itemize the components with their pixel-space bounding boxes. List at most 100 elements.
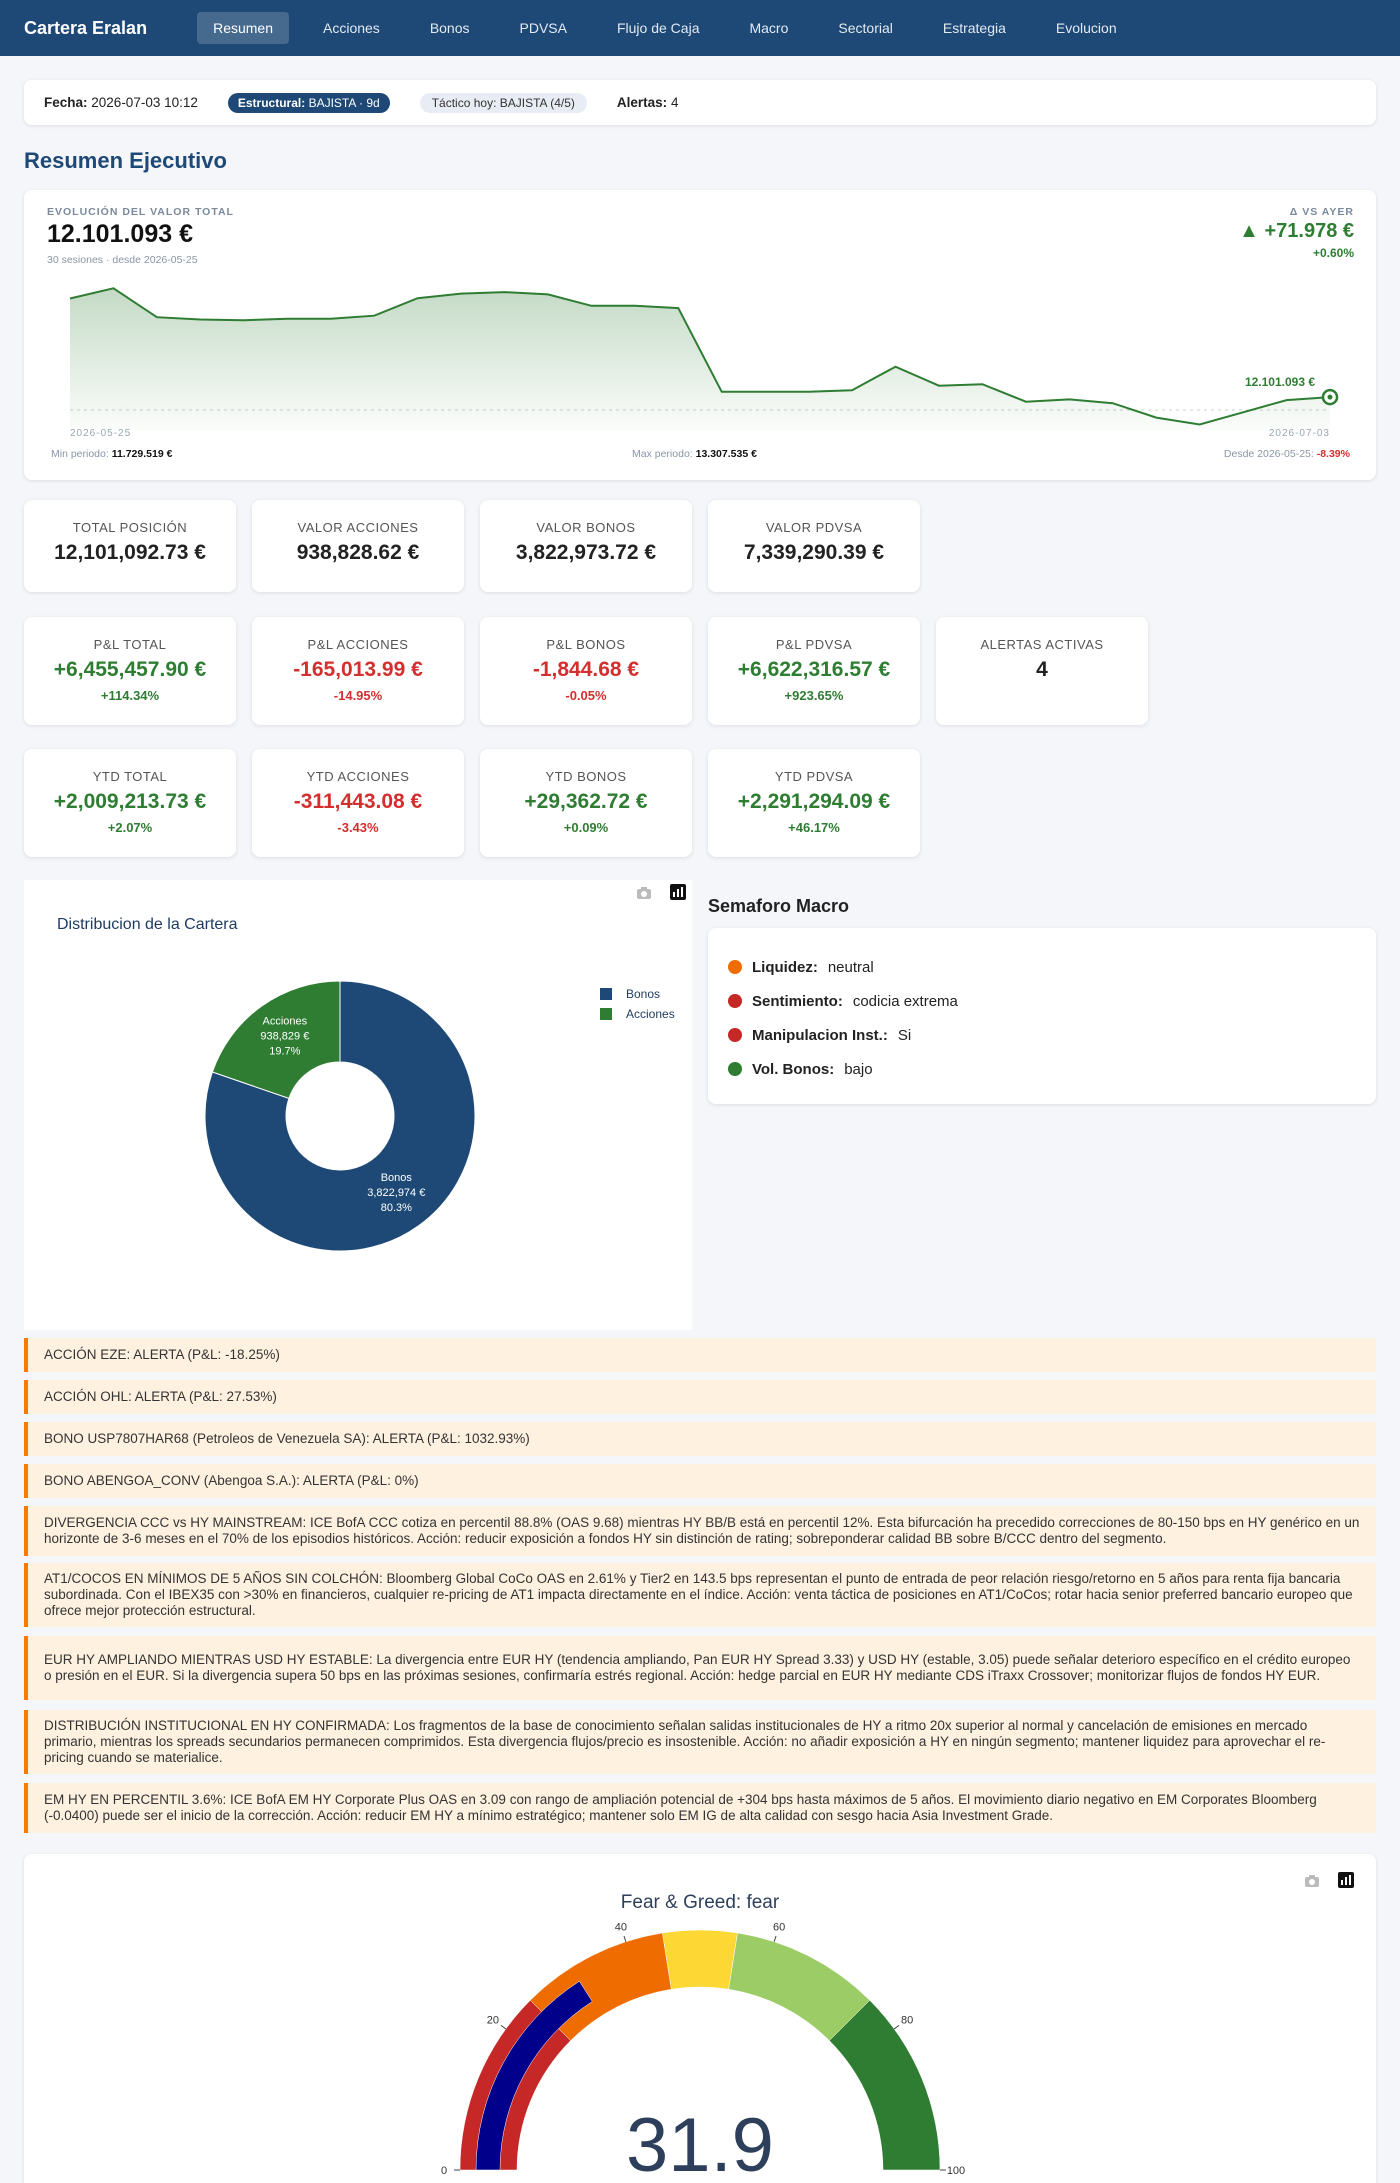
delta-pct: +0.60% — [1312, 246, 1354, 260]
tab-bonos[interactable]: Bonos — [414, 12, 486, 44]
min-periodo: Min periodo: 11.729.519 € — [51, 448, 172, 460]
semaforo-label: Liquidez: — [752, 958, 818, 976]
stat-valor-acciones: VALOR ACCIONES 938,828.62 € — [252, 500, 464, 592]
stat-pl-pdvsa: P&L PDVSA +6,622,316.57 € +923.65% — [708, 617, 920, 725]
semaforo-label: Sentimiento: — [752, 992, 843, 1010]
max-label: Max periodo: — [632, 448, 693, 460]
status-dot — [728, 1028, 742, 1042]
legend-entry: Acciones — [626, 1007, 675, 1021]
semaforo-card: Liquidez: neutral Sentimiento: codicia e… — [708, 928, 1376, 1104]
legend-swatch — [600, 1008, 612, 1020]
fecha-info: Fecha: 2026-07-03 10:12 — [44, 95, 198, 110]
info-bar: Fecha: 2026-07-03 10:12 Estructural: BAJ… — [24, 80, 1376, 125]
stat-value: 7,339,290.39 € — [743, 541, 885, 564]
stat-label: P&L PDVSA — [775, 637, 853, 652]
status-dot — [728, 1062, 742, 1076]
evolution-card: 12.101.093 € 2026-05-25 2026-07-03 EVOLUCI… — [24, 190, 1376, 480]
stat-pct: +46.17% — [788, 820, 840, 835]
tab-estrategia[interactable]: Estrategia — [927, 12, 1022, 44]
gauge-tick-label: 100 — [947, 2165, 965, 2177]
stat-label: YTD TOTAL — [92, 769, 168, 784]
stat-ytd-bonos: YTD BONOS +29,362.72 € +0.09% — [480, 749, 692, 857]
gauge-tick — [773, 1935, 777, 1942]
stat-label: VALOR ACCIONES — [297, 520, 419, 535]
stat-label: ALERTAS ACTIVAS — [980, 637, 1104, 652]
last-point-center — [1327, 394, 1333, 400]
stat-value: +6,622,316.57 € — [737, 658, 891, 681]
tab-flujo-caja[interactable]: Flujo de Caja — [601, 12, 716, 44]
stat-value: 3,822,973.72 € — [515, 541, 657, 564]
fecha-label: Fecha: — [44, 95, 88, 110]
stat-valor-bonos: VALOR BONOS 3,822,973.72 € — [480, 500, 692, 592]
gauge-tick-label: 0 — [441, 2165, 447, 2177]
stat-pl-acciones: P&L ACCIONES -165,013.99 € -14.95% — [252, 617, 464, 725]
tab-macro[interactable]: Macro — [733, 12, 804, 44]
delta-value: ▲ +71.978 € — [1239, 220, 1354, 242]
stat-label: P&L TOTAL — [93, 637, 167, 652]
tab-resumen[interactable]: Resumen — [197, 12, 289, 44]
slice-label: 19.7% — [269, 1046, 300, 1058]
semaforo-vol-bonos: Vol. Bonos: bajo — [708, 1052, 1376, 1086]
stat-value: -165,013.99 € — [293, 658, 423, 681]
gauge-tick-label: 20 — [487, 2015, 499, 2027]
semaforo-manipulacion: Manipulacion Inst.: Si — [708, 1018, 1376, 1052]
stat-alertas-activas: ALERTAS ACTIVAS 4 — [936, 617, 1148, 725]
tab-evolucion[interactable]: Evolucion — [1040, 12, 1133, 44]
stat-pct: +2.07% — [107, 820, 153, 835]
gauge-tick-label: 40 — [615, 1922, 627, 1934]
fecha-value: 2026-07-03 10:12 — [91, 95, 198, 110]
last-value-label: 12.101.093 € — [1245, 375, 1315, 389]
evolution-label: EVOLUCIÓN DEL VALOR TOTAL — [47, 206, 234, 218]
stat-pct: +0.09% — [563, 820, 609, 835]
legend-swatch — [600, 988, 612, 1000]
semaforo-sentimiento: Sentimiento: codicia extrema — [708, 984, 1376, 1018]
alert-item: AT1/COCOS EN MÍNIMOS DE 5 AÑOS SIN COLCH… — [24, 1563, 1376, 1627]
stat-pct: +923.65% — [784, 688, 844, 703]
tab-acciones[interactable]: Acciones — [307, 12, 396, 44]
series-area — [70, 288, 1330, 430]
stat-value: +2,009,213.73 € — [53, 790, 207, 813]
stat-valor-pdvsa: VALOR PDVSA 7,339,290.39 € — [708, 500, 920, 592]
stat-pl-bonos: P&L BONOS -1,844.68 € -0.05% — [480, 617, 692, 725]
alert-item: EM HY EN PERCENTIL 3.6%: ICE BofA EM HY … — [24, 1783, 1376, 1833]
stat-value: 938,828.62 € — [296, 541, 420, 564]
semaforo-title: Semaforo Macro — [708, 896, 850, 916]
slice-label: 80.3% — [381, 1202, 412, 1214]
alertas-label: Alertas: — [616, 95, 668, 110]
gauge-tick — [893, 2025, 900, 2030]
stat-value: -1,844.68 € — [532, 658, 640, 681]
alert-item: ACCIÓN OHL: ALERTA (P&L: 27.53%) — [24, 1380, 1376, 1414]
alertas-info: Alertas: 4 — [617, 95, 679, 110]
stat-pct: -3.43% — [337, 820, 379, 835]
max-periodo: Max periodo: 13.307.535 € — [632, 448, 757, 460]
stat-label: YTD PDVSA — [774, 769, 854, 784]
status-dot — [728, 960, 742, 974]
stat-ytd-acciones: YTD ACCIONES -311,443.08 € -3.43% — [252, 749, 464, 857]
gauge-tick-label: 80 — [901, 2015, 913, 2027]
gauge-band — [662, 1929, 738, 1990]
gauge-tick-label: 60 — [773, 1922, 785, 1934]
stat-value: 12,101,092.73 € — [54, 541, 206, 564]
semaforo-label: Vol. Bonos: — [752, 1060, 835, 1078]
alert-item: EUR HY AMPLIANDO MIENTRAS USD HY ESTABLE… — [24, 1636, 1376, 1700]
alert-item: DISTRIBUCIÓN INSTITUCIONAL EN HY CONFIRM… — [24, 1710, 1376, 1774]
semaforo-liquidez: Liquidez: neutral — [708, 950, 1376, 984]
status-dot — [728, 994, 742, 1008]
estructural-label: Estructural: — [237, 95, 306, 110]
tab-pdvsa[interactable]: PDVSA — [504, 12, 583, 44]
max-value: 13.307.535 € — [695, 448, 757, 460]
alert-item: BONO USP7807HAR68 (Petroleos de Venezuel… — [24, 1422, 1376, 1456]
top-nav: Cartera Eralan Resumen Acciones Bonos PD… — [0, 0, 1400, 56]
alert-item: DIVERGENCIA CCC vs HY MAINSTREAM: ICE Bo… — [24, 1506, 1376, 1556]
start-date-label: 2026-05-25 — [70, 428, 131, 439]
semaforo-value: codicia extrema — [852, 992, 958, 1010]
semaforo-value: Si — [897, 1026, 912, 1044]
stat-total-posicion: TOTAL POSICIÓN 12,101,092.73 € — [24, 500, 236, 592]
pie-chart: Bonos 3,822,974 € 80.3% Acciones 938,829 € 19… — [204, 980, 675, 1252]
slice-label: Acciones — [263, 1016, 308, 1028]
gauge-value: 31.9 — [626, 2103, 774, 2183]
semaforo-value: neutral — [827, 958, 874, 976]
tab-sectorial[interactable]: Sectorial — [822, 12, 908, 44]
slice-label: 3,822,974 € — [367, 1187, 425, 1199]
min-value: 11.729.519 € — [111, 448, 173, 460]
